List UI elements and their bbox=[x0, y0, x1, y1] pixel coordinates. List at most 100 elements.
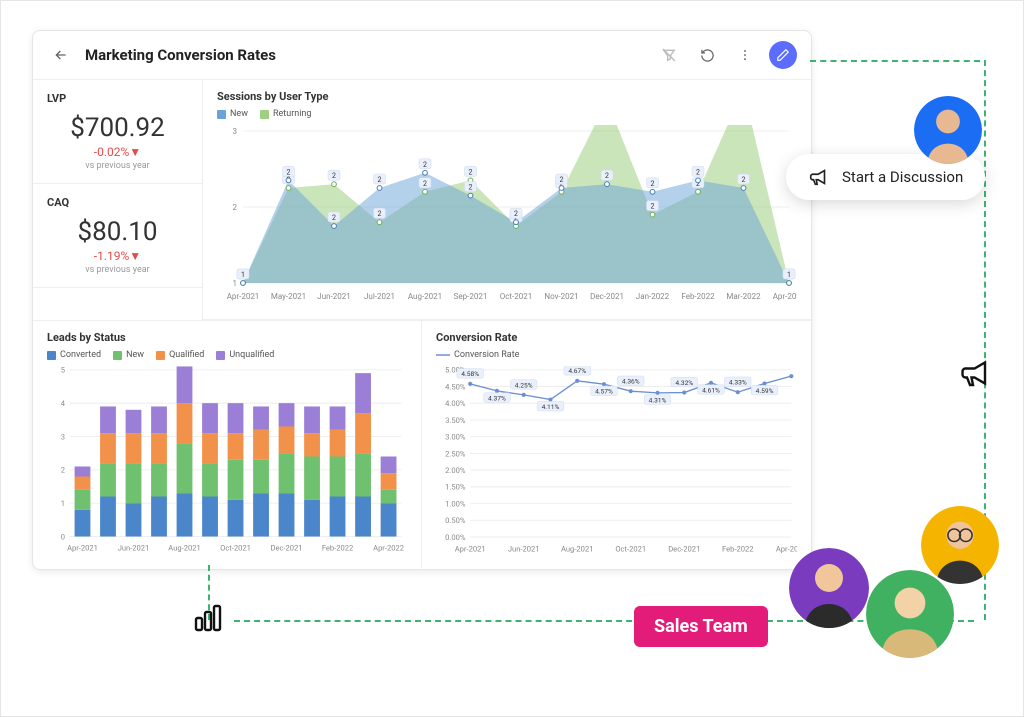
svg-text:Oct-2021: Oct-2021 bbox=[220, 544, 251, 553]
kpi-value: $80.10 bbox=[47, 217, 188, 247]
svg-text:1.50%: 1.50% bbox=[445, 483, 466, 492]
svg-text:4.36%: 4.36% bbox=[622, 378, 640, 386]
svg-text:Jun-2021: Jun-2021 bbox=[118, 544, 150, 553]
svg-text:Aug-2021: Aug-2021 bbox=[168, 544, 200, 553]
legend-new: New bbox=[126, 350, 144, 360]
kpi-caq: CAQ $80.10 -1.19%▼ vs previous year bbox=[33, 184, 202, 288]
legend-qualified: Qualified bbox=[169, 350, 204, 360]
svg-text:3.50%: 3.50% bbox=[445, 416, 466, 425]
sessions-chart: 12312222222322311222222222221Apr-2021May… bbox=[217, 125, 797, 305]
kpi-delta: -1.19%▼ bbox=[47, 249, 188, 263]
svg-text:4.59%: 4.59% bbox=[756, 387, 774, 395]
sales-team-label: Sales Team bbox=[654, 616, 748, 637]
svg-text:1.00%: 1.00% bbox=[445, 499, 466, 508]
svg-text:4.58%: 4.58% bbox=[461, 370, 479, 378]
svg-text:4.37%: 4.37% bbox=[488, 394, 506, 402]
megaphone-icon bbox=[958, 355, 994, 391]
legend-returning: Returning bbox=[273, 109, 311, 119]
legend-unqualified: Unqualified bbox=[229, 350, 274, 360]
svg-text:1: 1 bbox=[241, 271, 245, 279]
svg-text:4.11%: 4.11% bbox=[542, 403, 560, 411]
svg-text:2: 2 bbox=[469, 168, 473, 176]
svg-text:2: 2 bbox=[378, 176, 382, 184]
conversion-card: Conversion Rate Conversion Rate 0.00% 0.5… bbox=[422, 321, 811, 570]
kpi-subtext: vs previous year bbox=[47, 161, 188, 171]
svg-text:Dec-2021: Dec-2021 bbox=[271, 544, 303, 553]
svg-text:4.00%: 4.00% bbox=[445, 399, 466, 408]
dashboard-panel: Marketing Conversion Rates LVP $700.92 -… bbox=[32, 30, 812, 570]
refresh-icon[interactable] bbox=[693, 41, 721, 69]
svg-text:4.50%: 4.50% bbox=[445, 382, 466, 391]
more-icon[interactable] bbox=[731, 41, 759, 69]
svg-text:Mar-2022: Mar-2022 bbox=[726, 292, 761, 301]
svg-text:Feb-2022: Feb-2022 bbox=[681, 292, 715, 301]
svg-text:4.25%: 4.25% bbox=[515, 381, 533, 389]
svg-text:Jun-2021: Jun-2021 bbox=[317, 292, 350, 301]
kpi-label: CAQ bbox=[47, 196, 188, 209]
svg-text:4.57%: 4.57% bbox=[595, 388, 613, 396]
svg-text:Aug-2021: Aug-2021 bbox=[561, 544, 594, 553]
svg-text:2: 2 bbox=[378, 210, 382, 218]
svg-text:2: 2 bbox=[332, 172, 336, 180]
svg-text:3: 3 bbox=[233, 127, 238, 136]
svg-text:4.61%: 4.61% bbox=[702, 386, 720, 394]
discussion-label: Start a Discussion bbox=[842, 168, 963, 186]
avatar bbox=[914, 96, 982, 164]
svg-text:3.00%: 3.00% bbox=[445, 433, 466, 442]
svg-text:Apr-2021: Apr-2021 bbox=[455, 544, 486, 553]
conversion-legend: Conversion Rate bbox=[436, 350, 797, 360]
dashboard-header: Marketing Conversion Rates bbox=[33, 31, 811, 80]
svg-text:1: 1 bbox=[233, 279, 238, 288]
back-icon[interactable] bbox=[47, 41, 75, 69]
svg-text:Jan-2022: Jan-2022 bbox=[636, 292, 670, 301]
connector-line bbox=[234, 620, 974, 622]
svg-text:Dec-2021: Dec-2021 bbox=[668, 544, 700, 553]
legend-rate: Conversion Rate bbox=[454, 350, 519, 360]
filter-off-icon[interactable] bbox=[655, 41, 683, 69]
svg-text:0.50%: 0.50% bbox=[445, 516, 466, 525]
svg-text:2: 2 bbox=[514, 210, 518, 218]
kpi-subtext: vs previous year bbox=[47, 265, 188, 275]
connector-line bbox=[810, 60, 980, 62]
svg-text:Oct-2021: Oct-2021 bbox=[500, 292, 533, 301]
svg-text:0.00%: 0.00% bbox=[445, 533, 466, 542]
avatar bbox=[866, 570, 954, 658]
leads-legend: Converted New Qualified Unqualified bbox=[47, 350, 407, 360]
bar-chart-icon bbox=[190, 600, 226, 636]
page-title: Marketing Conversion Rates bbox=[85, 46, 645, 64]
edit-button[interactable] bbox=[769, 41, 797, 69]
svg-text:Apr-2021: Apr-2021 bbox=[227, 292, 260, 301]
svg-text:2: 2 bbox=[742, 176, 746, 184]
svg-text:4.32%: 4.32% bbox=[675, 379, 693, 387]
svg-text:2: 2 bbox=[651, 203, 655, 211]
leads-card: Leads by Status Converted New Qualified … bbox=[33, 321, 422, 570]
avatar bbox=[921, 506, 999, 584]
svg-text:Jun-2021: Jun-2021 bbox=[508, 544, 540, 553]
megaphone-icon bbox=[808, 166, 830, 188]
svg-text:5: 5 bbox=[61, 366, 65, 375]
avatar bbox=[789, 548, 869, 628]
leads-chart: 012345Apr-2021Jun-2021Aug-2021Oct-2021De… bbox=[47, 366, 407, 555]
kpi-column: LVP $700.92 -0.02%▼ vs previous year CAQ… bbox=[33, 80, 203, 320]
svg-text:Nov-2021: Nov-2021 bbox=[544, 292, 578, 301]
svg-text:0: 0 bbox=[61, 532, 65, 541]
svg-text:Sep-2021: Sep-2021 bbox=[454, 292, 488, 301]
sales-team-badge: Sales Team bbox=[634, 606, 768, 647]
svg-text:2: 2 bbox=[469, 184, 473, 192]
conversion-chart: 0.00%0.50%1.00%1.50%2.00%2.50%3.00%3.50%… bbox=[436, 366, 797, 556]
sessions-legend: New Returning bbox=[217, 109, 797, 119]
svg-text:3: 3 bbox=[61, 432, 65, 441]
legend-new: New bbox=[230, 109, 248, 119]
sessions-card: Sessions by User Type New Returning 1 2 3 1… bbox=[203, 80, 811, 320]
svg-text:Dec-2021: Dec-2021 bbox=[590, 292, 624, 301]
svg-text:Apr-2022: Apr-2022 bbox=[373, 544, 404, 553]
svg-text:2.50%: 2.50% bbox=[445, 449, 466, 458]
svg-text:2: 2 bbox=[423, 180, 427, 188]
kpi-value: $700.92 bbox=[47, 113, 188, 143]
kpi-label: LVP bbox=[47, 92, 188, 105]
svg-text:4: 4 bbox=[61, 399, 66, 408]
svg-text:2: 2 bbox=[332, 214, 336, 222]
svg-text:2: 2 bbox=[696, 168, 700, 176]
card-title: Sessions by User Type bbox=[217, 90, 797, 103]
card-title: Conversion Rate bbox=[436, 331, 797, 344]
